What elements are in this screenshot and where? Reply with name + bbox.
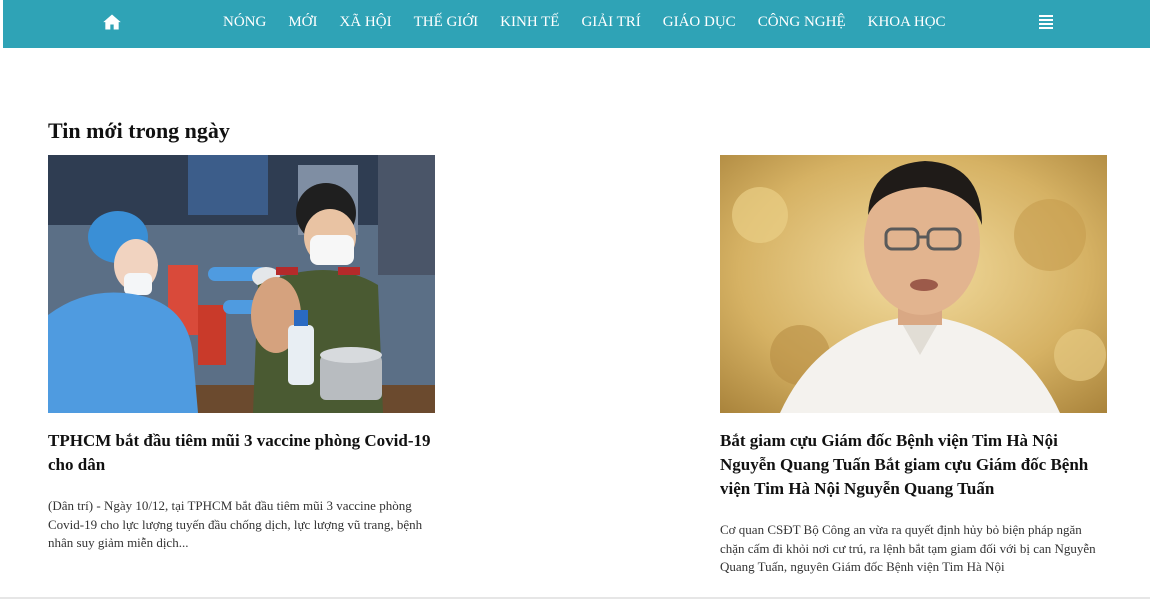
menu-icon[interactable] — [1039, 15, 1053, 29]
nav-item-cong-nghe[interactable]: CÔNG NGHỆ — [758, 14, 846, 31]
article-description: Cơ quan CSĐT Bộ Công an vừa ra quyết địn… — [720, 522, 1096, 574]
nav-item-moi[interactable]: MỚI — [288, 14, 317, 31]
article-title[interactable]: TPHCM bắt đầu tiêm mũi 3 vaccine phòng C… — [48, 429, 436, 477]
section-title: Tin mới trong ngày — [48, 118, 230, 143]
nav-item-the-gioi[interactable]: THẾ GIỚI — [414, 14, 479, 31]
nav-item-kinh-te[interactable]: KINH TẾ — [500, 14, 559, 31]
article-title[interactable]: Bắt giam cựu Giám đốc Bệnh viện Tim Hà N… — [720, 429, 1108, 501]
nav-item-nong[interactable]: NÓNG — [223, 14, 266, 31]
nav-item-xa-hoi[interactable]: XÃ HỘI — [340, 14, 392, 31]
nav-item-giai-tri[interactable]: GIẢI TRÍ — [581, 14, 640, 31]
article-description: (Dân trí) - Ngày 10/12, tại TPHCM bắt đầ… — [48, 498, 423, 550]
article-card: Bắt giam cựu Giám đốc Bệnh viện Tim Hà N… — [720, 155, 1108, 577]
nav-item-khoa-hoc[interactable]: KHOA HỌC — [868, 14, 946, 31]
top-navbar: NÓNG MỚI XÃ HỘI THẾ GIỚI KINH TẾ GIẢI TR… — [3, 0, 1150, 48]
nav-menu: NÓNG MỚI XÃ HỘI THẾ GIỚI KINH TẾ GIẢI TR… — [223, 0, 968, 44]
article-image-vaccination[interactable] — [48, 155, 435, 413]
home-icon[interactable] — [102, 12, 122, 32]
article-card: TPHCM bắt đầu tiêm mũi 3 vaccine phòng C… — [48, 155, 436, 553]
nav-item-giao-duc[interactable]: GIÁO DỤC — [663, 14, 736, 31]
article-image-portrait[interactable] — [720, 155, 1107, 413]
